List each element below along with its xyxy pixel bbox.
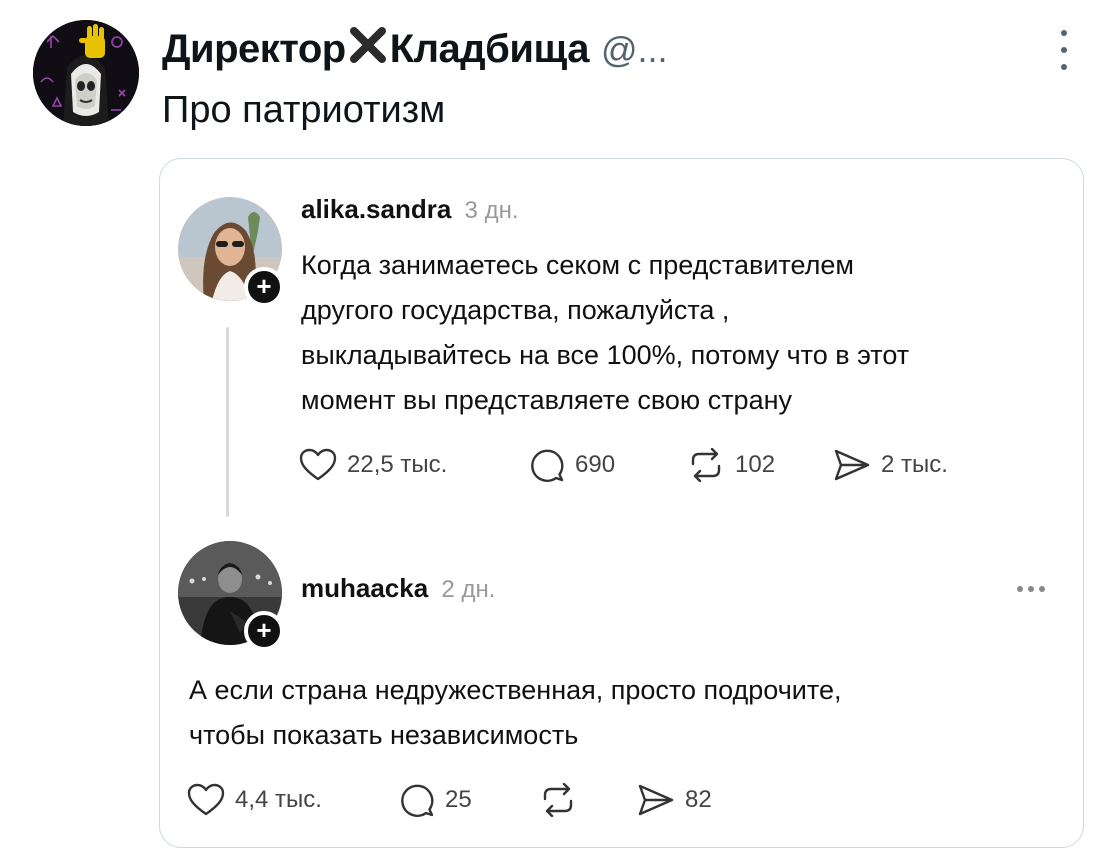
post1-comments-count: 690 xyxy=(575,451,616,478)
comment-bubble-icon xyxy=(401,784,434,817)
post1-text-line: момент вы представляете свою страну xyxy=(301,385,792,415)
post2-username[interactable]: muhaacka xyxy=(301,573,428,603)
nun-avatar-image xyxy=(33,20,139,126)
repost-icon xyxy=(543,783,573,817)
author-name-part-1: Директор xyxy=(162,27,346,71)
post1-comment-button[interactable]: 690 xyxy=(529,447,687,483)
heart-icon xyxy=(187,783,225,816)
comment-bubble-icon xyxy=(531,449,564,482)
follow-button[interactable]: + xyxy=(244,267,284,307)
post2-comment-button[interactable]: 25 xyxy=(399,782,539,818)
post1-text-line: Когда занимаетесь секом с представителем xyxy=(301,250,854,280)
post1-time: 3 дн. xyxy=(464,197,519,224)
repost-icon xyxy=(691,448,721,482)
post1-text: Когда занимаетесь секом с представителем… xyxy=(301,243,909,423)
post2-text: А если страна недружественная, просто по… xyxy=(189,668,841,758)
post1-share-button[interactable]: 2 тыс. xyxy=(833,448,948,482)
post1-like-button[interactable]: 22,5 тыс. xyxy=(299,448,529,482)
post2-shares-count: 82 xyxy=(685,786,712,813)
post1-text-line: выкладывайтесь на все 100%, потому что в… xyxy=(301,340,910,370)
more-vertical-icon[interactable] xyxy=(1054,30,1074,70)
tweet-text: Про патриотизм xyxy=(162,89,446,131)
post2-share-button[interactable]: 82 xyxy=(637,783,712,817)
heart-icon xyxy=(299,448,337,481)
post1-text-line: другого государства, пожалуйста , xyxy=(301,295,730,325)
post1-username[interactable]: alika.sandra xyxy=(301,194,451,224)
author-handle[interactable]: @... xyxy=(601,29,668,71)
author-name[interactable]: Директор Кладбища xyxy=(162,25,589,75)
post2-actions: 4,4 тыс. 25 82 xyxy=(187,782,712,818)
author-avatar[interactable] xyxy=(33,20,139,126)
post2-comments-count: 25 xyxy=(445,786,472,813)
author-line: Директор Кладбища @... xyxy=(162,26,668,74)
post2-text-line: А если страна недружественная, просто по… xyxy=(189,675,842,705)
follow-button[interactable]: + xyxy=(244,611,284,651)
author-name-part-2: Кладбища xyxy=(389,27,590,71)
post1-reposts-count: 102 xyxy=(735,451,776,478)
post2-like-button[interactable]: 4,4 тыс. xyxy=(187,783,399,817)
red-cross-icon xyxy=(348,25,388,75)
post2-time: 2 дн. xyxy=(441,576,496,603)
post2-likes-count: 4,4 тыс. xyxy=(235,786,322,813)
more-horizontal-icon[interactable] xyxy=(1017,586,1045,592)
send-icon xyxy=(834,449,870,481)
post1-shares-count: 2 тыс. xyxy=(881,451,948,478)
post1-repost-button[interactable]: 102 xyxy=(687,448,833,482)
post1-header: alika.sandra 3 дн. xyxy=(301,194,519,225)
quoted-post-card[interactable]: + alika.sandra 3 дн. Когда занимаетесь с… xyxy=(159,158,1084,848)
post2-header: muhaacka 2 дн. xyxy=(301,573,495,604)
post2-text-line: чтобы показать независимость xyxy=(189,720,579,750)
post2-repost-button[interactable] xyxy=(539,783,637,817)
thread-line xyxy=(226,327,229,517)
post1-actions: 22,5 тыс. 690 102 2 тыс. xyxy=(299,447,948,483)
send-icon xyxy=(638,784,674,816)
post1-likes-count: 22,5 тыс. xyxy=(347,451,448,478)
